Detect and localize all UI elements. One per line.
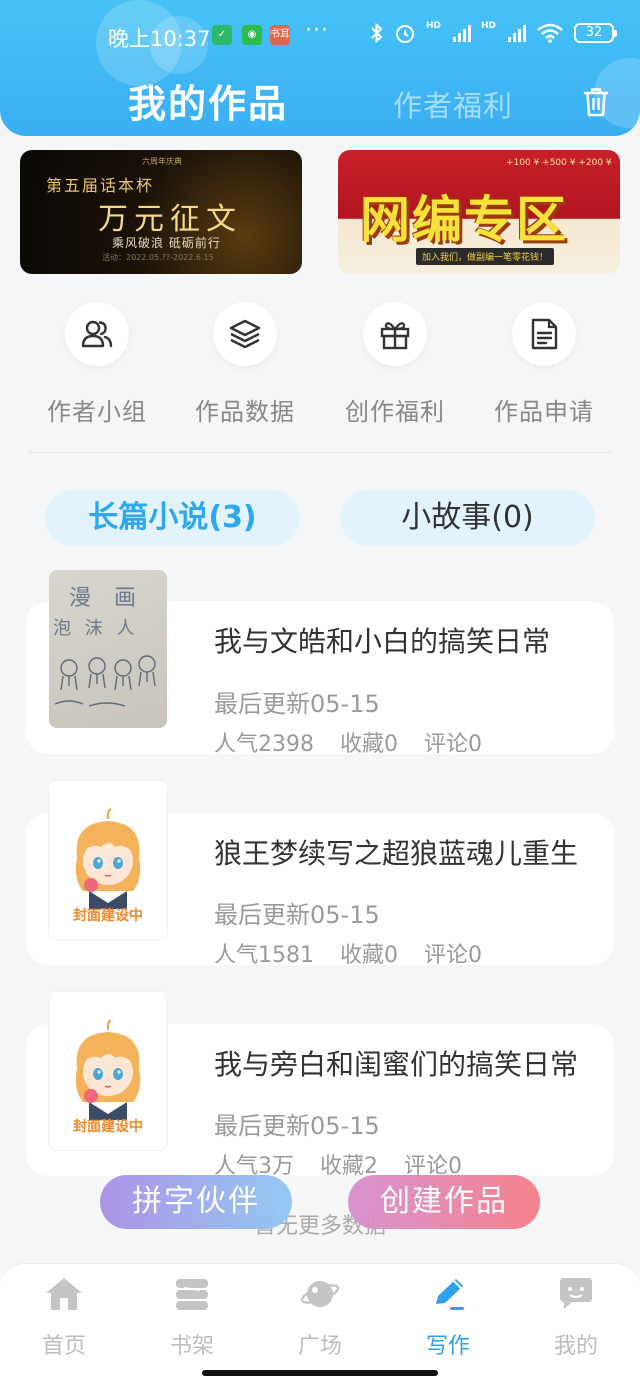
work-comments: 评论0 <box>424 943 482 968</box>
banner-essay-contest[interactable]: 六周年庆典 第五届话本杯 万元征文 乘风破浪 砥砺前行 活动：2022.05.?… <box>20 150 302 274</box>
app-badge-icon: 书耳 <box>270 25 290 45</box>
doodle-figures-icon <box>54 655 156 707</box>
cover-handwriting: 泡 沫 人 <box>53 618 139 639</box>
section-divider <box>28 452 612 453</box>
work-favorites: 收藏0 <box>340 943 398 968</box>
status-bar: 晚上10:37 ✓ ◉ 书耳 ··· HD HD 32 <box>0 18 640 56</box>
segment-short-story[interactable]: 小故事(0) <box>340 490 595 546</box>
work-title[interactable]: 狼王梦续写之超狼蓝魂儿重生 <box>214 832 578 872</box>
quick-action-work-application[interactable]: 作品申请 <box>469 302 619 427</box>
anime-girl-avatar-icon <box>75 1019 141 1120</box>
status-time: 晚上10:37 <box>108 27 211 51</box>
hd-label: HD <box>480 21 496 31</box>
work-cover-default[interactable]: 封面建设中 <box>49 992 167 1150</box>
work-stats: 人气2398 收藏0 评论0 <box>214 726 508 758</box>
anime-girl-avatar-icon <box>75 808 141 909</box>
work-last-updated: 最后更新05-15 <box>214 901 380 929</box>
nav-item-mine[interactable]: 我的 <box>512 1276 640 1360</box>
work-popularity: 人气1581 <box>214 943 314 968</box>
document-icon <box>512 302 576 366</box>
nav-label: 首页 <box>41 1334 86 1359</box>
nav-label: 我的 <box>553 1334 598 1359</box>
quick-action-label: 作品申请 <box>494 398 594 426</box>
work-favorites: 收藏0 <box>340 732 398 757</box>
shield-app-icon: ✓ <box>212 25 232 45</box>
nav-label: 广场 <box>297 1334 342 1359</box>
banner-strip: 加入我们，做副编一笔零花钱！ <box>416 248 555 265</box>
work-cover-photo[interactable]: 漫 画 泡 沫 人 <box>49 570 167 728</box>
top-header: 晚上10:37 ✓ ◉ 书耳 ··· HD HD 32 我的作品 作者福利 <box>0 0 640 136</box>
nav-item-plaza[interactable]: 广场 <box>256 1276 384 1360</box>
nav-item-bookshelf[interactable]: 书架 <box>128 1276 256 1360</box>
more-notifications-icon: ··· <box>305 18 329 43</box>
users-icon <box>65 302 129 366</box>
banner-title: 网编专区 <box>360 191 568 249</box>
nav-item-home[interactable]: 首页 <box>0 1276 128 1360</box>
no-more-data-text: 暂无更多数据 <box>253 1214 386 1239</box>
tab-my-works[interactable]: 我的作品 <box>128 73 288 128</box>
chat-face-icon <box>560 1278 592 1309</box>
planet-icon <box>300 1281 340 1307</box>
layers-icon <box>213 302 277 366</box>
cover-under-construction: 封面建设中 <box>73 908 143 924</box>
create-work-button[interactable]: 创建作品 <box>348 1175 540 1229</box>
home-icon <box>46 1278 82 1310</box>
signal-icon <box>452 24 471 42</box>
banner-title: 万元征文 <box>98 202 242 237</box>
signal-icon <box>508 24 526 42</box>
quick-action-creation-benefits[interactable]: 创作福利 <box>320 302 470 427</box>
work-comments: 评论0 <box>424 732 482 757</box>
gift-icon <box>363 302 427 366</box>
banner-top-text: 第五届话本杯 <box>46 176 155 195</box>
work-last-updated: 最后更新05-15 <box>214 690 380 718</box>
work-title[interactable]: 我与旁白和闺蜜们的搞笑日常 <box>214 1043 578 1083</box>
battery-indicator: 32 <box>574 23 617 43</box>
work-cover-default[interactable]: 封面建设中 <box>49 781 167 939</box>
alarm-icon <box>395 25 414 43</box>
trash-icon[interactable] <box>581 86 611 118</box>
banner-tiny-text: 六周年庆典 <box>142 157 182 166</box>
nav-label: 写作 <box>425 1334 470 1359</box>
banner-editor-zone[interactable]: +100 ¥ +500 ¥ +200 ¥ 网编专区 加入我们，做副编一笔零花钱！ <box>338 150 620 274</box>
nav-item-writing[interactable]: 写作 <box>384 1276 512 1360</box>
quick-action-work-data[interactable]: 作品数据 <box>170 302 320 427</box>
bluetooth-icon <box>371 23 383 43</box>
wechat-icon: ◉ <box>242 25 262 45</box>
quick-action-label: 作者小组 <box>47 398 147 426</box>
cover-under-construction: 封面建设中 <box>73 1119 143 1135</box>
wifi-icon <box>537 23 563 43</box>
home-indicator[interactable] <box>202 1370 438 1376</box>
tab-author-benefits[interactable]: 作者福利 <box>393 83 513 125</box>
quick-action-label: 作品数据 <box>195 398 295 426</box>
banner-date: 活动：2022.05.??-2022.6.15 <box>102 253 214 262</box>
banner-coins: +100 ¥ +500 ¥ +200 ¥ <box>506 158 612 168</box>
writing-partner-button[interactable]: 拼字伙伴 <box>100 1175 292 1229</box>
hd-label: HD <box>425 21 441 31</box>
quick-action-author-group[interactable]: 作者小组 <box>22 302 172 427</box>
pen-icon <box>436 1279 464 1310</box>
segment-long-novel[interactable]: 长篇小说(3) <box>45 490 300 546</box>
work-stats: 人气1581 收藏0 评论0 <box>214 937 508 969</box>
bottom-navigation: 首页 书架 广场 写作 我的 <box>0 1263 640 1387</box>
work-title[interactable]: 我与文皓和小白的搞笑日常 <box>214 620 550 660</box>
work-last-updated: 最后更新05-15 <box>214 1112 380 1140</box>
banner-subtitle: 乘风破浪 砥砺前行 <box>112 236 221 250</box>
quick-action-label: 创作福利 <box>345 398 445 426</box>
cover-handwriting: 漫 画 <box>69 586 144 611</box>
nav-label: 书架 <box>169 1334 214 1359</box>
bookshelf-icon <box>176 1279 208 1310</box>
work-popularity: 人气2398 <box>214 732 314 757</box>
